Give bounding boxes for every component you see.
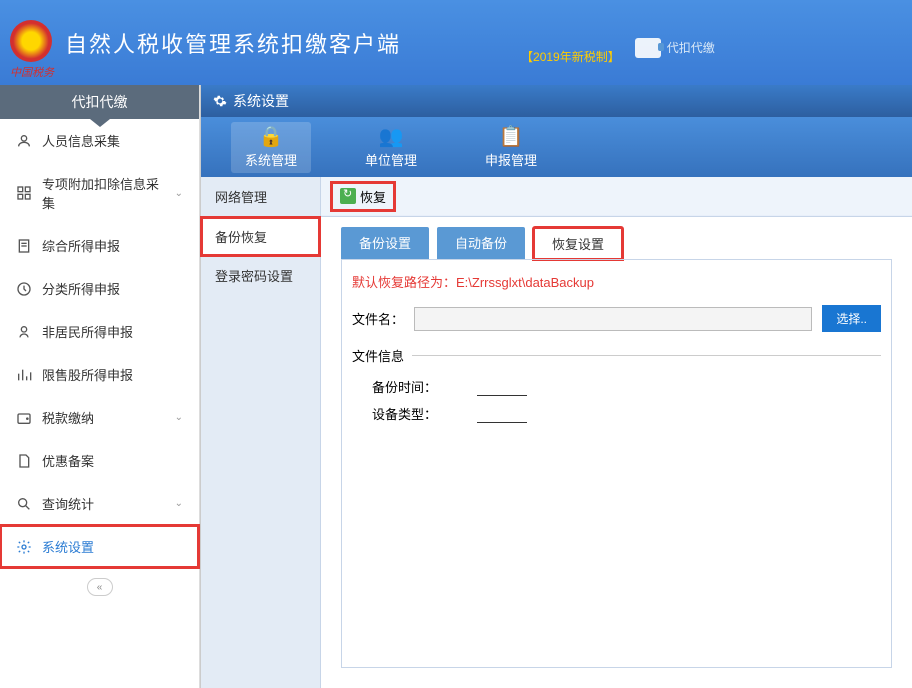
- device-type-value: [477, 404, 527, 423]
- settings-window: 系统设置 🔒系统管理👥单位管理📋申报管理 网络管理 恢复 备: [200, 85, 912, 688]
- inner-tab-2[interactable]: 恢复设置: [533, 227, 623, 260]
- backup-time-label: 备份时间：: [372, 377, 437, 396]
- gear-icon: [16, 539, 32, 555]
- sidebar-item-8[interactable]: 查询统计⌄: [0, 482, 199, 525]
- sidebar: 代扣代缴 人员信息采集专项附加扣除信息采集⌄综合所得申报分类所得申报非居民所得申…: [0, 85, 200, 688]
- app-logo: 中国税务: [10, 20, 55, 65]
- chart-icon: [16, 367, 32, 383]
- filename-input[interactable]: [414, 307, 812, 331]
- top-tab-0[interactable]: 🔒系统管理: [231, 122, 311, 173]
- person-icon: [16, 133, 32, 149]
- inner-tab-1[interactable]: 自动备份: [437, 227, 525, 260]
- select-button[interactable]: 选择..: [822, 305, 881, 332]
- chevron-down-icon: ⌄: [175, 498, 183, 509]
- sidebar-item-5[interactable]: 限售股所得申报: [0, 353, 199, 396]
- sidebar-item-1[interactable]: 专项附加扣除信息采集⌄: [0, 162, 199, 224]
- inner-tabs: 备份设置自动备份恢复设置: [321, 217, 912, 260]
- chevron-down-icon: ⌄: [175, 188, 183, 199]
- file-icon: [16, 453, 32, 469]
- file-info-title: 文件信息: [352, 346, 881, 365]
- gear-icon: [213, 94, 227, 108]
- person2-icon: [16, 324, 32, 340]
- sidebar-item-7[interactable]: 优惠备案: [0, 439, 199, 482]
- lock-icon: 🔒: [259, 126, 284, 148]
- app-header: 中国税务 自然人税收管理系统扣缴客户端 【2019年新税制】 代扣代缴: [0, 0, 912, 85]
- clock-icon: [16, 281, 32, 297]
- sidebar-item-4[interactable]: 非居民所得申报: [0, 310, 199, 353]
- left-subnav: 备份恢复 登录密码设置: [201, 217, 321, 688]
- header-mode[interactable]: 代扣代缴: [635, 38, 715, 58]
- chevron-down-icon: ⌄: [175, 412, 183, 423]
- device-type-label: 设备类型：: [372, 404, 437, 423]
- filename-label: 文件名：: [352, 309, 404, 328]
- restore-icon: [340, 188, 356, 204]
- left-nav-top: 网络管理: [201, 177, 321, 216]
- inner-tab-0[interactable]: 备份设置: [341, 227, 429, 260]
- wallet-icon: [16, 410, 32, 426]
- sidebar-item-3[interactable]: 分类所得申报: [0, 267, 199, 310]
- users-icon: 👥: [379, 126, 404, 148]
- sidebar-header: 代扣代缴: [0, 85, 199, 119]
- sidebar-item-2[interactable]: 综合所得申报: [0, 224, 199, 267]
- top-tab-2[interactable]: 📋申报管理: [471, 122, 551, 173]
- left-nav-backup-restore[interactable]: 备份恢复: [201, 217, 320, 256]
- sidebar-item-9[interactable]: 系统设置: [0, 525, 199, 568]
- restore-button[interactable]: 恢复: [331, 182, 395, 211]
- restore-form: 默认恢复路径为：E:\Zrrssglxt\dataBackup 文件名： 选择.…: [341, 259, 892, 668]
- collapse-button[interactable]: «: [87, 578, 113, 596]
- left-nav-network[interactable]: 网络管理: [201, 177, 320, 216]
- search-icon: [16, 496, 32, 512]
- top-tab-1[interactable]: 👥单位管理: [351, 122, 431, 173]
- app-title: 自然人税收管理系统扣缴客户端: [65, 27, 401, 59]
- grid-icon: [16, 185, 32, 201]
- header-subtitle: 【2019年新税制】: [521, 48, 620, 65]
- window-title-bar: 系统设置: [201, 85, 912, 117]
- backup-time-value: [477, 377, 527, 396]
- default-path-text: 默认恢复路径为：E:\Zrrssglxt\dataBackup: [352, 272, 881, 291]
- top-tabs: 🔒系统管理 👥单位管理 📋申报管理: [201, 117, 912, 177]
- sidebar-item-6[interactable]: 税款缴纳⌄: [0, 396, 199, 439]
- wallet-icon: [635, 38, 661, 58]
- form-icon: 📋: [499, 126, 524, 148]
- left-nav-password[interactable]: 登录密码设置: [201, 256, 320, 295]
- doc-icon: [16, 238, 32, 254]
